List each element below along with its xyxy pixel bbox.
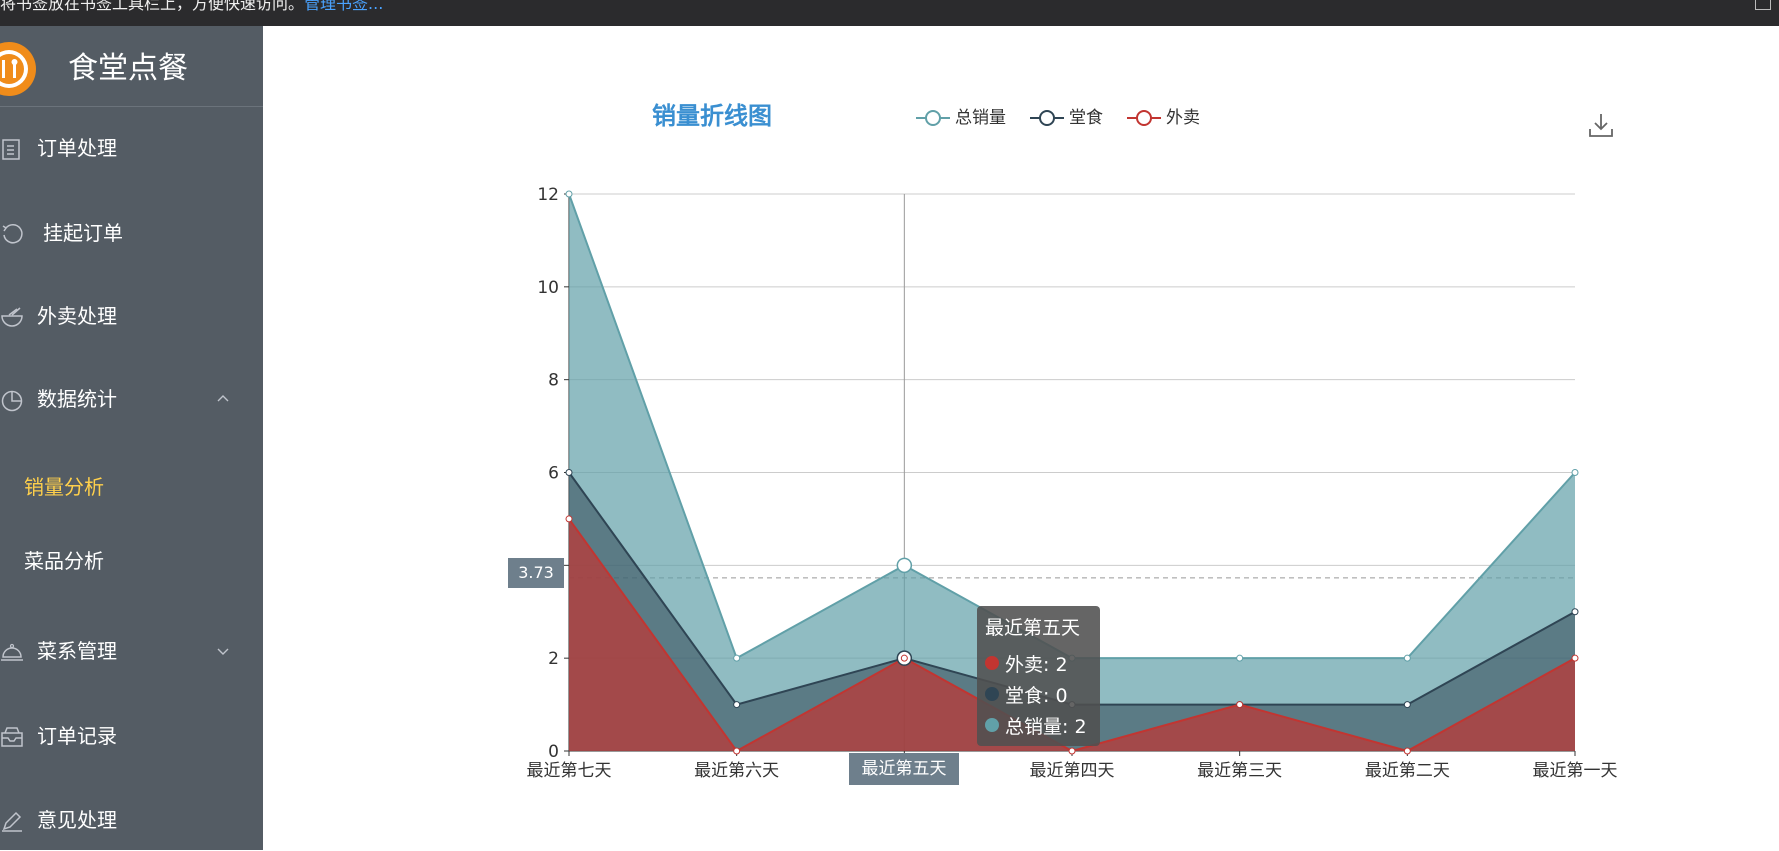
tooltip-marker — [985, 687, 999, 701]
x-tick-label: 最近第一天 — [1533, 761, 1618, 781]
y-tick-label: 6 — [548, 464, 559, 484]
tooltip-marker — [985, 718, 999, 732]
x-tick-label: 最近第六天 — [694, 761, 779, 781]
data-point — [565, 469, 573, 476]
x-tick-label: 最近第七天 — [527, 761, 612, 781]
y-tick-label: 2 — [548, 649, 559, 669]
chart-tooltip: 最近第五天 外卖: 2 堂食: 0 总销量: 2 — [977, 606, 1100, 746]
series-line — [568, 193, 1576, 660]
data-point — [1571, 469, 1579, 476]
y-axis-pointer-label: 3.73 — [508, 558, 564, 588]
tooltip-row-total: 总销量: 2 — [985, 712, 1087, 738]
x-tick-label: 最近第二天 — [1365, 761, 1450, 781]
data-point — [733, 654, 741, 662]
tooltip-row-dine-in: 堂食: 0 — [985, 681, 1068, 707]
tooltip-row-text: 总销量: 2 — [1005, 715, 1087, 738]
data-point — [733, 701, 741, 709]
data-point — [1403, 747, 1411, 755]
x-tick-label: 最近第四天 — [1030, 761, 1115, 781]
data-point — [1236, 654, 1244, 662]
data-point — [565, 190, 573, 198]
y-tick-label: 0 — [548, 742, 559, 762]
y-tick-label: 10 — [537, 278, 559, 298]
data-point — [1571, 654, 1579, 662]
x-tick-label: 最近第三天 — [1197, 761, 1282, 781]
data-point — [565, 515, 573, 523]
data-point — [1236, 701, 1244, 709]
data-point — [733, 747, 741, 755]
tooltip-marker — [985, 656, 999, 670]
data-point — [1571, 608, 1579, 616]
y-tick-label: 12 — [537, 185, 559, 205]
tooltip-row-text: 外卖: 2 — [1005, 653, 1068, 676]
tooltip-row-delivery: 外卖: 2 — [985, 650, 1068, 676]
data-point — [1068, 747, 1076, 755]
tooltip-row-text: 堂食: 0 — [1005, 684, 1068, 707]
data-point — [896, 557, 913, 574]
data-point — [900, 654, 908, 662]
tooltip-title: 最近第五天 — [985, 617, 1081, 639]
x-axis-pointer-label: 最近第五天 — [849, 753, 959, 785]
data-point — [1403, 654, 1411, 662]
sales-line-chart: 024681012最近第七天最近第六天最近第四天最近第三天最近第二天最近第一天 — [527, 185, 1618, 781]
y-tick-label: 8 — [548, 371, 559, 391]
data-point — [1403, 701, 1411, 709]
